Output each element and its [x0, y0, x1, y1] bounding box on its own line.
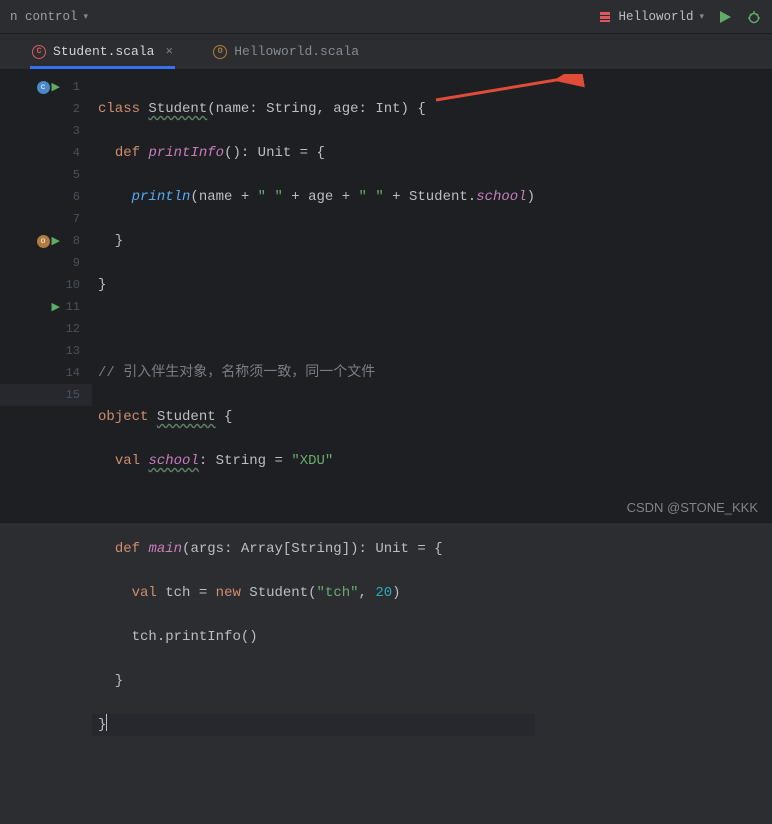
run-gutter-icon[interactable]: ▶ — [52, 234, 60, 248]
code-editor[interactable]: c▶1 2 3 4 5 6 7 o▶8 9 10 ▶11 12 13 14 15… — [0, 70, 772, 523]
line-number: 1 — [62, 80, 80, 94]
line-number: 5 — [62, 168, 80, 182]
watermark: CSDN @STONE_KKK — [627, 500, 758, 515]
debug-icon[interactable] — [746, 9, 762, 25]
text-caret — [106, 714, 107, 731]
run-config-selector[interactable]: Helloworld ▾ — [598, 10, 704, 24]
line-number: 6 — [62, 190, 80, 204]
line-number: 7 — [62, 212, 80, 226]
editor-tabs: C Student.scala × O Helloworld.scala — [0, 34, 772, 70]
run-gutter-icon[interactable]: ▶ — [52, 300, 60, 314]
tab-student-scala[interactable]: C Student.scala × — [22, 34, 183, 69]
menu-item[interactable]: n control ▾ — [10, 10, 88, 24]
line-number: 9 — [62, 256, 80, 270]
line-number: 2 — [62, 102, 80, 116]
tab-helloworld-scala[interactable]: O Helloworld.scala — [203, 34, 369, 69]
run-icon[interactable] — [718, 10, 732, 24]
gutter: c▶1 2 3 4 5 6 7 o▶8 9 10 ▶11 12 13 14 15 — [0, 70, 92, 523]
line-number: 4 — [62, 146, 80, 160]
line-number: 13 — [62, 344, 80, 358]
line-number: 11 — [62, 300, 80, 314]
scala-file-icon: O — [213, 45, 227, 59]
class-gutter-icon[interactable]: c — [37, 81, 50, 94]
object-gutter-icon[interactable]: o — [37, 235, 50, 248]
scala-file-icon: C — [32, 45, 46, 59]
code-area[interactable]: class Student(name: String, age: Int) { … — [92, 70, 535, 523]
line-number: 10 — [62, 278, 80, 292]
chevron-down-icon: ▾ — [84, 12, 89, 22]
line-number: 12 — [62, 322, 80, 336]
tab-label: Student.scala — [53, 44, 154, 59]
run-config-label: Helloworld — [618, 10, 693, 24]
line-number: 3 — [62, 124, 80, 138]
line-number: 15 — [62, 388, 80, 402]
chevron-down-icon: ▾ — [699, 12, 704, 22]
top-toolbar: n control ▾ Helloworld ▾ — [0, 0, 772, 34]
close-icon[interactable]: × — [165, 44, 173, 59]
scala-config-icon — [598, 10, 612, 24]
menu-label: n control — [10, 10, 78, 24]
line-number: 8 — [62, 234, 80, 248]
tab-label: Helloworld.scala — [234, 44, 359, 59]
run-gutter-icon[interactable]: ▶ — [52, 80, 60, 94]
line-number: 14 — [62, 366, 80, 380]
